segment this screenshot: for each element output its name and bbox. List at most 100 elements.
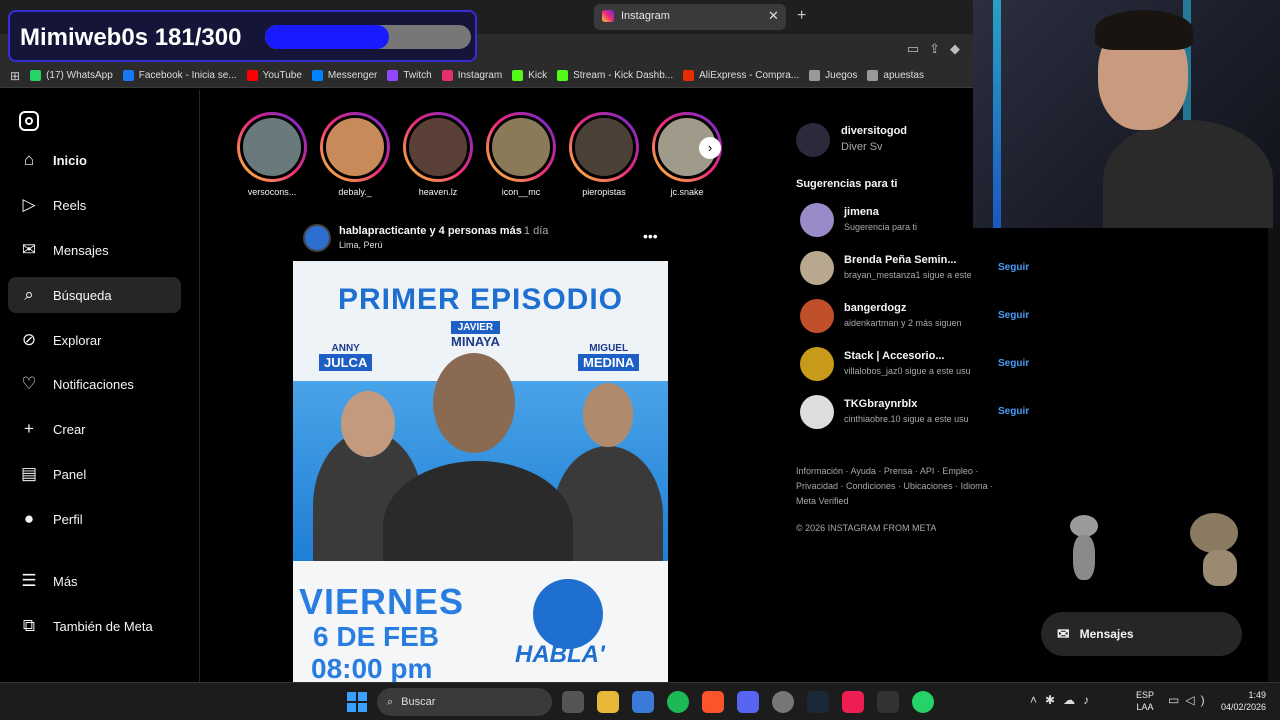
suggestion-name[interactable]: Brenda Peña Semin...: [844, 254, 956, 266]
suggestion-avatar[interactable]: [800, 299, 834, 333]
task-view-icon[interactable]: [562, 691, 584, 713]
nav-label: Mensajes: [53, 242, 109, 258]
network-volume-icon[interactable]: ▭◁): [1168, 693, 1211, 707]
nav-item-panel[interactable]: ▤ Panel: [8, 456, 181, 492]
bookmark-item[interactable]: Twitch: [387, 70, 432, 81]
follow-button[interactable]: Seguir: [998, 406, 1029, 417]
bookmark-label: apuestas: [883, 70, 924, 81]
bookmark-label: AliExpress - Compra...: [699, 70, 800, 81]
tiktok-icon[interactable]: [842, 691, 864, 713]
suggestion-avatar[interactable]: [800, 251, 834, 285]
tab-label: Instagram: [621, 10, 670, 22]
brave-icon[interactable]: [702, 691, 724, 713]
follow-button[interactable]: Seguir: [998, 358, 1029, 369]
instagram-sidebar: ⌂ Inicio ▷ Reels ✉ Mensajes ⌕ Búsqueda ⊘ Explorar…: [0, 90, 200, 682]
suggestion-name[interactable]: Stack | Accesorio...: [844, 350, 945, 362]
bookmark-favicon-icon: [809, 70, 821, 81]
story-avatar: [406, 115, 470, 179]
bookmark-item[interactable]: apuestas: [867, 70, 924, 81]
nav-item-search[interactable]: ⌕ Búsqueda: [8, 277, 181, 313]
story-ring: [320, 112, 390, 182]
bookmark-favicon-icon: [30, 70, 42, 81]
suggestion-avatar[interactable]: [800, 203, 834, 237]
spotify-icon[interactable]: [667, 691, 689, 713]
suggestion-name[interactable]: jimena: [844, 206, 879, 218]
nav-item-meta[interactable]: ⧉ También de Meta: [8, 608, 181, 644]
bookmark-item[interactable]: (17) WhatsApp: [30, 70, 113, 81]
dancing-cat-right: [1185, 508, 1265, 588]
lang-line-1: ESP: [1136, 690, 1155, 700]
tf-app-icon[interactable]: [877, 691, 899, 713]
nav-item-more[interactable]: ☰ Más: [8, 563, 181, 599]
nav-label: Más: [53, 573, 78, 589]
bookmark-item[interactable]: Kick: [512, 70, 547, 81]
follow-button[interactable]: Seguir: [998, 262, 1029, 273]
suggestion-name[interactable]: TKGbraynrblx: [844, 398, 917, 410]
bookmark-item[interactable]: Stream - Kick Dashb...: [557, 70, 673, 81]
bookmark-item[interactable]: Instagram: [441, 70, 502, 81]
nav-item-plus[interactable]: + Crear: [8, 411, 181, 447]
windows-start-icon[interactable]: [347, 692, 367, 712]
post-author-avatar[interactable]: [303, 224, 331, 252]
page-scrollbar[interactable]: [1268, 228, 1280, 682]
bookmark-item[interactable]: Facebook - Inicia se...: [122, 70, 237, 81]
post-time: • 1 día: [517, 225, 549, 237]
tab-instagram[interactable]: Instagram ✕: [594, 4, 786, 30]
nav-item-profile[interactable]: ● Perfil: [8, 501, 181, 537]
new-tab-icon[interactable]: +: [797, 7, 806, 25]
nav-item-home[interactable]: ⌂ Inicio: [8, 142, 181, 178]
taskbar-search-input[interactable]: ⌕ Buscar: [377, 688, 552, 716]
toolbar-icons[interactable]: ▭⇪◆: [907, 41, 970, 57]
story-item[interactable]: pieropistas: [569, 112, 639, 197]
taskbar-clock[interactable]: 1:49 04/02/2026: [1214, 689, 1266, 713]
story-item[interactable]: debaly._: [320, 112, 390, 197]
goal-progress-fill: [265, 25, 389, 49]
post-author[interactable]: hablapracticante y 4 personas más: [339, 225, 522, 237]
chevron-right-icon[interactable]: ›: [699, 137, 721, 159]
suggestion-name[interactable]: bangerdogz: [844, 302, 906, 314]
whatsapp-icon[interactable]: [912, 691, 934, 713]
apps-grid-icon[interactable]: ⊞: [10, 69, 20, 83]
story-item[interactable]: icon__mc: [486, 112, 556, 197]
file-explorer-icon[interactable]: [597, 691, 619, 713]
story-item[interactable]: heaven.lz: [403, 112, 473, 197]
suggestion-avatar[interactable]: [800, 395, 834, 429]
bookmark-item[interactable]: AliExpress - Compra...: [683, 70, 799, 81]
nav-item-heart[interactable]: ♡ Notificaciones: [8, 366, 181, 402]
suggestion-subtitle: aidenkartman y 2 más siguen: [844, 318, 962, 328]
poster-title: PRIMER EPISODIO: [337, 283, 624, 316]
bookmark-item[interactable]: YouTube: [246, 70, 302, 81]
guest-left-tag: ANNY JULCA: [319, 343, 373, 371]
instagram-favicon-icon: [602, 10, 614, 22]
language-indicator[interactable]: ESP LAA: [1136, 689, 1154, 713]
nav-label: Inicio: [53, 152, 87, 168]
discord-icon[interactable]: [737, 691, 759, 713]
story-item[interactable]: versocons...: [237, 112, 307, 197]
close-icon[interactable]: ✕: [768, 8, 779, 24]
bookmark-label: Stream - Kick Dashb...: [573, 70, 674, 81]
obs-icon[interactable]: [772, 691, 794, 713]
guest-right-head: [583, 383, 633, 447]
account-username[interactable]: diversitogod: [841, 125, 907, 137]
post-location[interactable]: Lima, Perú: [339, 240, 383, 250]
nav-item-reels[interactable]: ▷ Reels: [8, 187, 181, 223]
more-options-icon[interactable]: •••: [643, 228, 658, 244]
account-avatar[interactable]: [796, 123, 830, 157]
nav-item-messages[interactable]: ✉ Mensajes: [8, 232, 181, 268]
messages-pill-button[interactable]: ✉ Mensajes: [1041, 612, 1242, 656]
story-ring: [403, 112, 473, 182]
bookmark-label: Kick: [528, 70, 548, 81]
system-tray-icons[interactable]: ˄✱☁♪: [1030, 693, 1097, 707]
suggestion-avatar[interactable]: [800, 347, 834, 381]
bookmark-item[interactable]: Juegos: [809, 70, 857, 81]
instagram-logo-icon[interactable]: [19, 111, 39, 131]
bookmark-item[interactable]: Messenger: [311, 70, 377, 81]
footer-links[interactable]: Información · Ayuda · Prensa · API · Emp…: [796, 464, 1006, 509]
steam-icon[interactable]: [807, 691, 829, 713]
store-icon[interactable]: [632, 691, 654, 713]
nav-label: También de Meta: [53, 618, 153, 634]
clock-time: 1:49: [1248, 690, 1266, 700]
follow-button[interactable]: Seguir: [998, 310, 1029, 321]
nav-item-explore[interactable]: ⊘ Explorar: [8, 322, 181, 358]
post-image[interactable]: PRIMER EPISODIO JAVIER MINAYA ANNY JULCA…: [293, 261, 668, 682]
